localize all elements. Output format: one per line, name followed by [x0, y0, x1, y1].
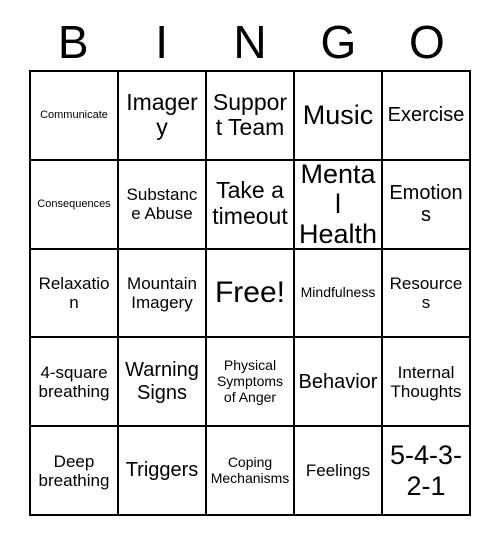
bingo-cell-label: Free! [214, 276, 286, 310]
bingo-cell-label: Exercise [387, 104, 465, 127]
bingo-cell-label: Mindfulness [300, 284, 376, 301]
bingo-cell[interactable]: Resources [383, 249, 471, 339]
bingo-cell-label: 5-4-3-2-1 [389, 440, 463, 501]
bingo-cell[interactable]: Mental Health [295, 160, 383, 250]
bingo-cell[interactable]: Coping Mechanisms [207, 427, 295, 516]
bingo-cell-label: 4-square breathing [38, 362, 110, 401]
bingo-cell-label: Substance Abuse [126, 185, 198, 224]
bingo-cell-label: Coping Mechanisms [210, 453, 290, 486]
bingo-cell-label: Resources [389, 273, 463, 312]
bingo-cell[interactable]: Relaxation [31, 249, 119, 339]
bingo-cell[interactable]: Feelings [295, 427, 383, 516]
bingo-header-row: B I N G O [29, 14, 471, 70]
bingo-cell-label: Physical Symptoms of Anger [216, 357, 284, 405]
bingo-cell[interactable]: Free! [207, 249, 295, 339]
bingo-grid: Communicate Imagery Support Team Music Exerc… [29, 70, 471, 516]
bingo-cell[interactable]: Emotions [383, 160, 471, 250]
bingo-cell-label: Communicate [40, 109, 108, 122]
bingo-cell[interactable]: Substance Abuse [119, 160, 207, 250]
bingo-cell[interactable]: Exercise [383, 72, 471, 161]
bingo-cell-label: Behavior [298, 370, 378, 393]
bingo-header-letter-b: B [57, 16, 89, 68]
bingo-cell-label: Music [302, 100, 374, 131]
bingo-cell[interactable]: 4-square breathing [31, 338, 119, 428]
bingo-cell-label: Internal Thoughts [390, 362, 462, 401]
bingo-cell-label: Take a timeout [212, 177, 288, 230]
bingo-cell-label: Imagery [126, 88, 198, 141]
bingo-header-letter-n: N [233, 16, 267, 68]
bingo-cell-label: Warning Signs [125, 359, 199, 404]
bingo-cell[interactable]: Deep breathing [31, 427, 119, 516]
bingo-cell[interactable]: 5-4-3-2-1 [383, 427, 471, 516]
bingo-cell[interactable]: Support Team [207, 72, 295, 161]
bingo-cell-label: Support Team [212, 88, 288, 141]
bingo-cell[interactable]: Music [295, 72, 383, 161]
bingo-cell-label: Emotions [389, 181, 463, 227]
bingo-cell[interactable]: Communicate [31, 72, 119, 161]
bingo-cell[interactable]: Warning Signs [119, 338, 207, 428]
bingo-header-letter-o: O [408, 16, 445, 68]
bingo-cell[interactable]: Mountain Imagery [119, 249, 207, 339]
bingo-header-letter-i: I [155, 16, 168, 68]
bingo-cell-label: Mountain Imagery [127, 273, 197, 312]
bingo-cell-label: Relaxation [38, 273, 110, 312]
bingo-card: B I N G O Communicate Imagery Support Team… [0, 0, 500, 544]
bingo-cell[interactable]: Imagery [119, 72, 207, 161]
bingo-cell-label: Deep breathing [38, 451, 110, 490]
bingo-cell[interactable]: Consequences [31, 160, 119, 250]
bingo-cell[interactable]: Physical Symptoms of Anger [207, 338, 295, 428]
bingo-cell-label: Triggers [125, 459, 199, 482]
bingo-cell-label: Consequences [37, 198, 111, 211]
bingo-cell[interactable]: Internal Thoughts [383, 338, 471, 428]
bingo-cell[interactable]: Mindfulness [295, 249, 383, 339]
bingo-cell[interactable]: Triggers [119, 427, 207, 516]
bingo-cell[interactable]: Behavior [295, 338, 383, 428]
bingo-cell-label: Mental Health [298, 160, 378, 250]
bingo-cell-label: Feelings [305, 461, 371, 481]
bingo-header-letter-g: G [320, 16, 357, 68]
bingo-cell[interactable]: Take a timeout [207, 160, 295, 250]
